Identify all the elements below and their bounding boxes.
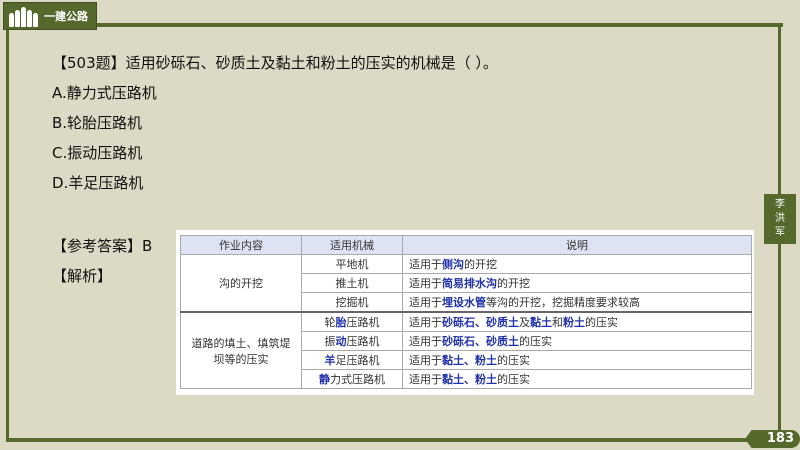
analysis-table-panel: 作业内容 适用机械 说明 沟的开挖 平地机 适用于侧沟的开挖 推土机 适用于简易排水沟的… bbox=[176, 230, 754, 395]
frame-top bbox=[65, 23, 783, 27]
header-machine: 适用机械 bbox=[301, 235, 403, 255]
machine-cell: 轮胎压路机 bbox=[301, 311, 403, 332]
text-segment: 的开挖 bbox=[497, 277, 530, 290]
text-segment: 足压路机 bbox=[335, 354, 380, 367]
text-segment: 的压实 bbox=[497, 354, 530, 367]
text-segment: 适用于 bbox=[409, 373, 442, 386]
text-segment: 振 bbox=[324, 335, 336, 348]
highlight-text: 侧沟 bbox=[442, 258, 464, 271]
brand-badge: 一建公路 bbox=[3, 2, 97, 30]
text-segment: 压路机 bbox=[346, 316, 380, 329]
machine-cell: 羊足压路机 bbox=[301, 350, 403, 370]
machine-cell: 静力式压路机 bbox=[301, 369, 403, 389]
author-char: 李 bbox=[775, 199, 785, 210]
option-a: A.静力式压路机 bbox=[52, 84, 157, 102]
machine-cell: 推土机 bbox=[301, 273, 403, 293]
option-d: D.羊足压路机 bbox=[52, 174, 144, 192]
people-icon bbox=[9, 5, 38, 27]
table-row: 沟的开挖 平地机 适用于侧沟的开挖 bbox=[180, 254, 752, 313]
desc-cell: 适用于埋设水管等沟的开挖，挖掘精度要求较高 bbox=[402, 292, 752, 313]
desc-cell: 适用于侧沟的开挖 bbox=[402, 254, 752, 274]
machinery-table: 作业内容 适用机械 说明 沟的开挖 平地机 适用于侧沟的开挖 推土机 适用于简易排水沟的… bbox=[180, 235, 752, 389]
highlight-text: 静 bbox=[319, 373, 330, 386]
text-segment: 的压实 bbox=[585, 316, 618, 329]
brand-title: 一建公路 bbox=[44, 10, 88, 23]
page-number: 183 bbox=[745, 430, 800, 448]
author-tab: 李 洪 军 bbox=[764, 194, 796, 244]
text-segment: 力式压路机 bbox=[330, 373, 385, 386]
work-cell: 沟的开挖 bbox=[180, 254, 302, 313]
highlight-text: 砂砾石、砂质土 bbox=[442, 316, 519, 329]
desc-cell: 适用于砂砾石、砂质土及黏土和粉土的压实 bbox=[402, 311, 752, 332]
machine-cell: 挖掘机 bbox=[301, 292, 403, 313]
text-segment: 挖掘机 bbox=[335, 296, 369, 309]
question-stem: 【503题】适用砂砾石、砂质土及黏土和粉土的压实的机械是（ ）。 bbox=[52, 54, 498, 72]
text-segment: 及 bbox=[519, 316, 530, 329]
option-b: B.轮胎压路机 bbox=[52, 114, 143, 132]
frame-left bbox=[6, 28, 9, 442]
text-segment: 的压实 bbox=[519, 335, 552, 348]
desc-cell: 适用于砂砾石、砂质土的压实 bbox=[402, 331, 752, 351]
analysis-label: 【解析】 bbox=[52, 267, 113, 285]
highlight-text: 简易排水沟 bbox=[442, 277, 497, 290]
work-cell: 道路的填土、填筑堤坝等的压实 bbox=[180, 311, 302, 389]
machine-cell: 振动压路机 bbox=[301, 331, 403, 351]
machine-cell: 平地机 bbox=[301, 254, 403, 274]
text-segment: 适用于 bbox=[409, 296, 442, 309]
text-segment: 适用于 bbox=[409, 258, 442, 271]
highlight-text: 埋设水管 bbox=[442, 296, 486, 309]
header-work: 作业内容 bbox=[180, 235, 302, 255]
text-segment: 压路机 bbox=[346, 335, 380, 348]
highlight-text: 黏土 bbox=[530, 316, 552, 329]
highlight-text: 羊 bbox=[324, 354, 336, 367]
frame-bottom bbox=[6, 438, 751, 442]
text-segment: 适用于 bbox=[409, 277, 442, 290]
highlight-text: 动 bbox=[335, 335, 347, 348]
header-desc: 说明 bbox=[402, 235, 752, 255]
text-segment: 的开挖 bbox=[464, 258, 497, 271]
highlight-text: 黏土、粉土 bbox=[442, 373, 497, 386]
author-char: 洪 bbox=[775, 213, 785, 224]
answer-label: 【参考答案】B bbox=[52, 237, 153, 255]
text-segment: 等沟的开挖，挖掘精度要求较高 bbox=[486, 296, 640, 309]
text-segment: 的压实 bbox=[497, 373, 530, 386]
text-segment: 推土机 bbox=[335, 277, 369, 290]
text-segment: 平地机 bbox=[335, 258, 369, 271]
highlight-text: 胎 bbox=[335, 316, 347, 329]
author-char: 军 bbox=[775, 227, 785, 238]
highlight-text: 粉土 bbox=[563, 316, 585, 329]
text-segment: 和 bbox=[552, 316, 563, 329]
option-c: C.振动压路机 bbox=[52, 144, 143, 162]
desc-cell: 适用于黏土、粉土的压实 bbox=[402, 350, 752, 370]
highlight-text: 黏土、粉土 bbox=[442, 354, 497, 367]
highlight-text: 砂砾石、砂质土 bbox=[442, 335, 519, 348]
text-segment: 适用于 bbox=[409, 335, 442, 348]
desc-cell: 适用于黏土、粉土的压实 bbox=[402, 369, 752, 389]
desc-cell: 适用于简易排水沟的开挖 bbox=[402, 273, 752, 293]
text-segment: 适用于 bbox=[409, 354, 442, 367]
text-segment: 适用于 bbox=[409, 316, 442, 329]
table-row: 道路的填土、填筑堤坝等的压实 轮胎压路机 适用于砂砾石、砂质土及黏土和粉土的压实 bbox=[180, 311, 752, 389]
text-segment: 轮 bbox=[324, 316, 336, 329]
